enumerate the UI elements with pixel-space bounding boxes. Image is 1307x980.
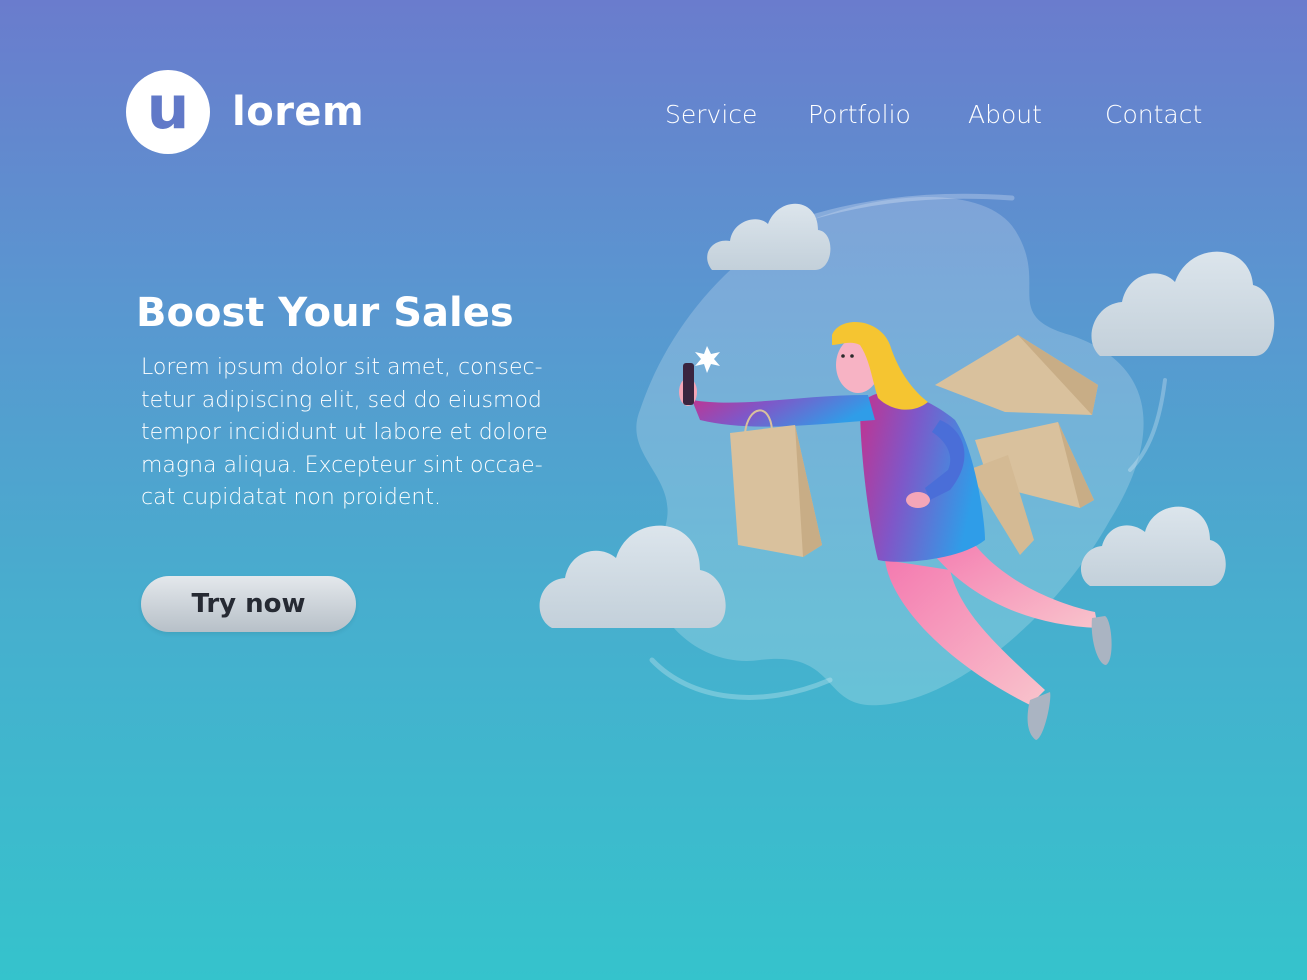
cloud-icon (1091, 251, 1275, 356)
nav-link-portfolio[interactable]: Portfolio (808, 100, 911, 129)
hero-title: Boost Your Sales (136, 290, 514, 336)
main-nav: Service Portfolio About Contact (0, 100, 1307, 134)
hero-body-line: Lorem ipsum dolor sit amet, consec- (141, 355, 543, 380)
nav-link-contact[interactable]: Contact (1105, 100, 1202, 129)
hero-illustration (539, 193, 1275, 740)
try-now-button[interactable]: Try now (141, 576, 356, 632)
cloud-icon (707, 203, 831, 270)
hero-body-line: tempor incididunt ut labore et dolore (141, 420, 548, 446)
hero-body-line: magna aliqua. Excepteur sint occae- (141, 452, 543, 478)
nav-link-about[interactable]: About (968, 100, 1042, 129)
hero-body-line: tetur adipiscing elit, sed do eiusmod (141, 387, 542, 413)
hero-body-line: cat cupidatat non proident. (141, 485, 441, 511)
phone-icon (683, 363, 694, 405)
hero-body: Lorem ipsum dolor sit amet, consec- tetu… (141, 352, 581, 515)
nav-link-service[interactable]: Service (665, 100, 757, 129)
